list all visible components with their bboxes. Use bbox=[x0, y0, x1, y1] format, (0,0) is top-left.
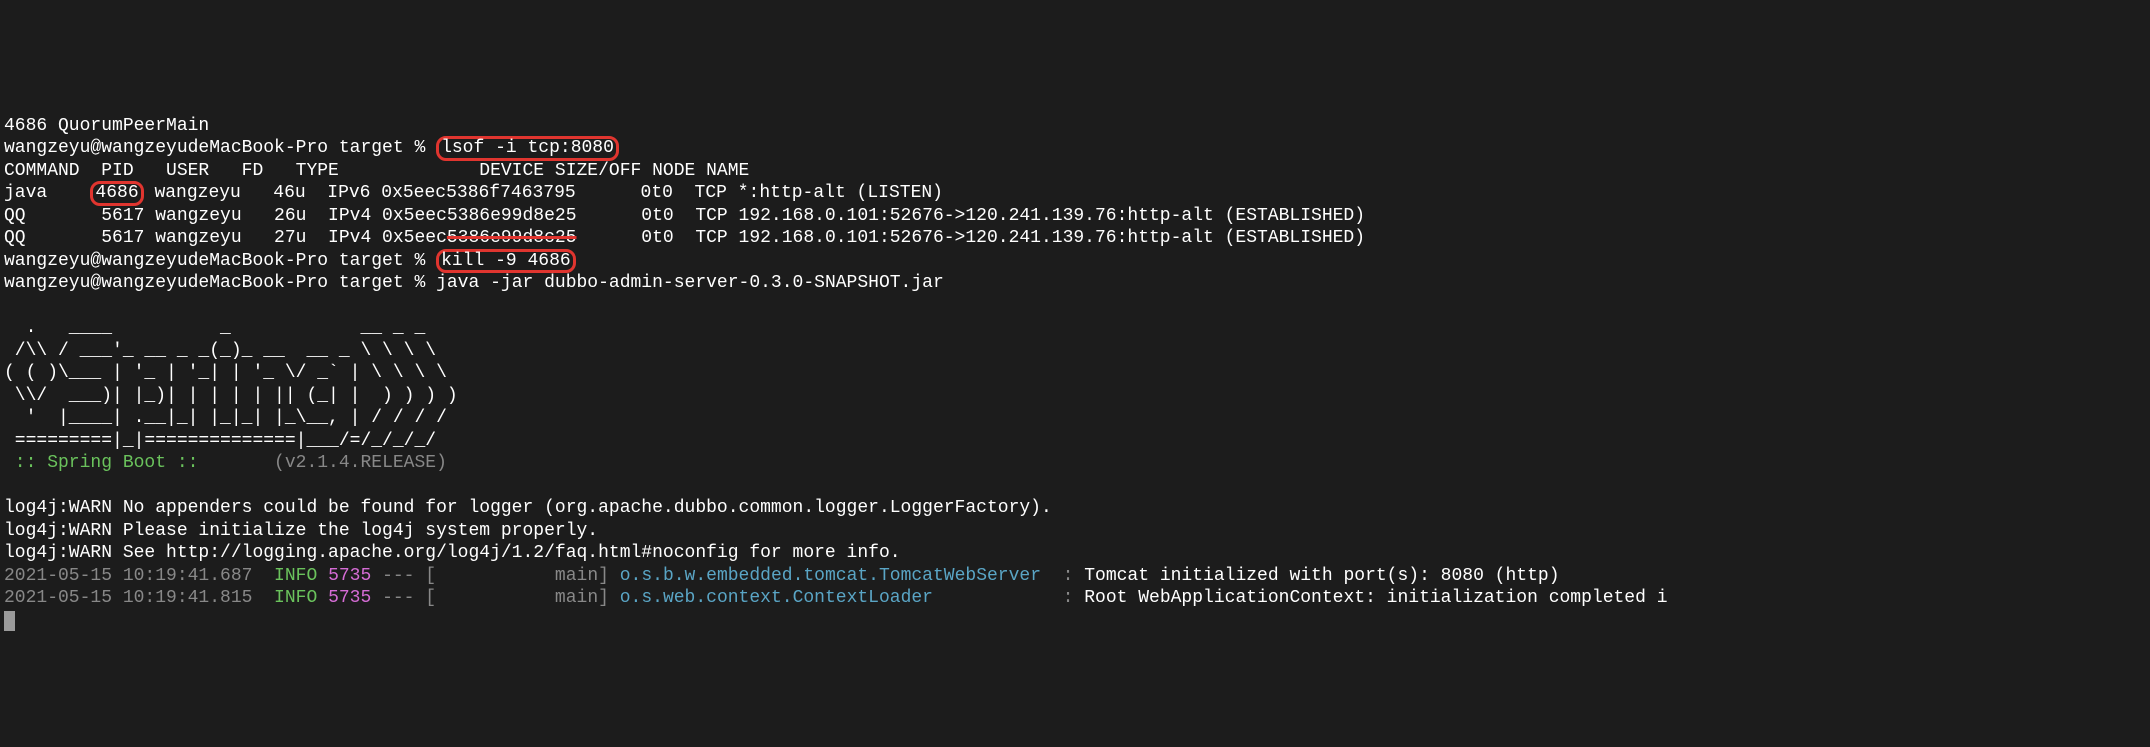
prompt: wangzeyu@wangzeyudeMacBook-Pro target % bbox=[4, 251, 436, 271]
log-level-1: INFO bbox=[274, 588, 317, 608]
log-msg-1: Root WebApplicationContext: initializati… bbox=[1084, 588, 1667, 608]
spring-version: (v2.1.4.RELEASE) bbox=[274, 453, 447, 473]
spring-ascii-banner: . ____ _ __ _ _ /\\ / ___'_ __ _ _(_)_ _… bbox=[4, 318, 458, 451]
log-colon-0: : bbox=[1052, 566, 1084, 586]
row-qq2-strike: 5386e99d8c25 bbox=[447, 228, 577, 248]
log4j-warn-2: log4j:WARN See http://logging.apache.org… bbox=[4, 543, 901, 563]
terminal[interactable]: 4686 QuorumPeerMain wangzeyu@wangzeyudeM… bbox=[0, 90, 2150, 634]
log-colon-1: : bbox=[1052, 588, 1084, 608]
prompt: wangzeyu@wangzeyudeMacBook-Pro target % bbox=[4, 138, 436, 158]
log-pid-1: 5735 bbox=[317, 588, 371, 608]
row-qq2-pre: QQ 5617 wangzeyu 27u IPv4 0x5eec bbox=[4, 228, 447, 248]
table-header: COMMAND PID USER FD TYPE DEVICE SIZE/OFF… bbox=[4, 161, 749, 181]
prev-process-line: 4686 QuorumPeerMain bbox=[4, 116, 209, 136]
log-logger-1: o.s.web.context.ContextLoader bbox=[620, 588, 1052, 608]
log-msg-0: Tomcat initialized with port(s): 8080 (h… bbox=[1084, 566, 1559, 586]
spring-boot-label: :: Spring Boot :: bbox=[4, 453, 274, 473]
cmd-lsof: lsof -i tcp:8080 bbox=[441, 138, 614, 158]
log-mid-0: --- [ main] bbox=[371, 566, 619, 586]
row-qq1: QQ 5617 wangzeyu 26u IPv4 0x5eec5386e99d… bbox=[4, 206, 1365, 226]
log4j-warn-0: log4j:WARN No appenders could be found f… bbox=[4, 498, 1052, 518]
cmd-kill: kill -9 4686 bbox=[441, 251, 571, 271]
log-ts-1: 2021-05-15 10:19:41.815 bbox=[4, 588, 274, 608]
prompt: wangzeyu@wangzeyudeMacBook-Pro target % bbox=[4, 273, 436, 293]
log-ts-0: 2021-05-15 10:19:41.687 bbox=[4, 566, 274, 586]
highlight-lsof-command: lsof -i tcp:8080 bbox=[436, 136, 619, 161]
log-level-0: INFO bbox=[274, 566, 317, 586]
cmd-java: java -jar dubbo-admin-server-0.3.0-SNAPS… bbox=[436, 273, 944, 293]
highlight-pid-4686: 4686 bbox=[90, 181, 143, 206]
row-java-pid: 4686 bbox=[95, 183, 138, 203]
row-qq2-post: 0t0 TCP 192.168.0.101:52676->120.241.139… bbox=[577, 228, 1366, 248]
log4j-warn-1: log4j:WARN Please initialize the log4j s… bbox=[4, 521, 598, 541]
log-logger-0: o.s.b.w.embedded.tomcat.TomcatWebServer bbox=[620, 566, 1052, 586]
highlight-kill-command: kill -9 4686 bbox=[436, 249, 576, 274]
cursor bbox=[4, 611, 15, 631]
row-java-post: wangzeyu 46u IPv6 0x5eec5386f7463795 0t0… bbox=[144, 183, 943, 203]
row-java-pre: java bbox=[4, 183, 90, 203]
log-pid-0: 5735 bbox=[317, 566, 371, 586]
log-mid-1: --- [ main] bbox=[371, 588, 619, 608]
